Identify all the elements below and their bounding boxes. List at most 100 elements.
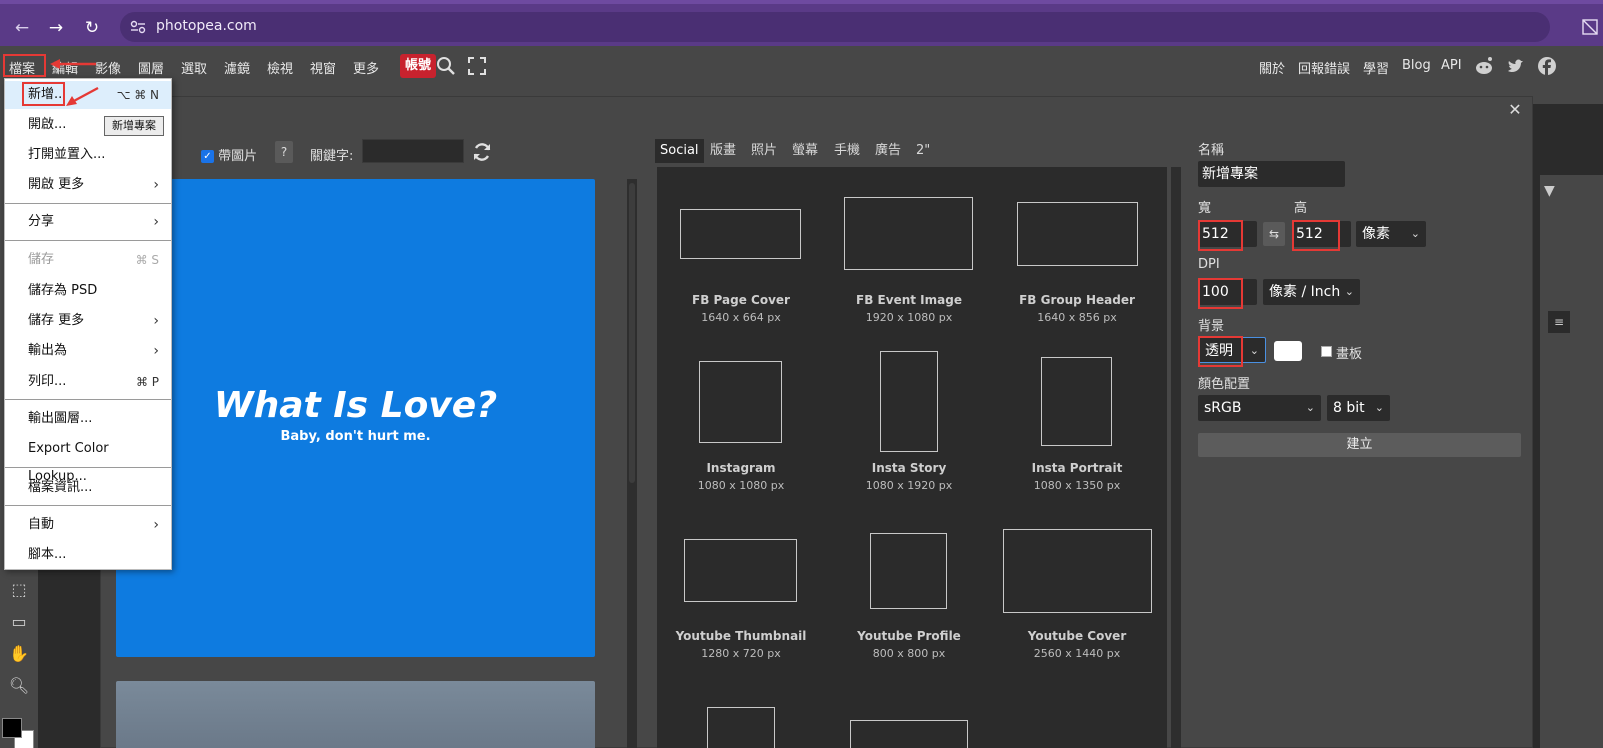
menu-item-print[interactable]: 列印... ⌘ P <box>5 368 171 396</box>
template-instagram[interactable] <box>699 361 782 443</box>
url-text: photopea.com <box>156 18 257 34</box>
menu-item-open-more[interactable]: 開啟 更多 › <box>5 171 171 199</box>
refresh-icon[interactable] <box>471 141 493 163</box>
with-images-checkbox[interactable]: ✓ 帶圖片 <box>201 145 257 171</box>
menu-item-save-label: 儲存 <box>28 252 55 267</box>
menu-item-share[interactable]: 分享 › <box>5 208 171 236</box>
template-name: Youtube Cover <box>1027 629 1127 643</box>
color-mode-select[interactable]: sRGB ⌄ <box>1198 395 1321 421</box>
menu-view[interactable]: 檢視 <box>267 58 293 77</box>
rectangle-tool-icon[interactable]: ▭ <box>8 612 30 634</box>
with-images-label: 帶圖片 <box>218 149 258 164</box>
tab-print[interactable]: 版畫 <box>705 139 741 163</box>
menu-layer[interactable]: 圖層 <box>138 58 164 77</box>
panel-menu-icon[interactable]: ≡ <box>1548 311 1570 333</box>
artboard-checkbox[interactable] <box>1321 346 1332 357</box>
tab-photo[interactable]: 照片 <box>746 139 782 163</box>
tab-mobile[interactable]: 手機 <box>829 139 865 163</box>
menu-item-save-more[interactable]: 儲存 更多 › <box>5 307 171 335</box>
reload-icon[interactable]: ↻ <box>82 18 102 38</box>
new-project-properties: 名稱 新增專案 寬 高 512 ⇆ 512 像素 ⌄ DPI 100 像素 / … <box>1198 137 1528 737</box>
menu-item-open-place[interactable]: 打開並置入... <box>5 141 171 169</box>
template-youtube-thumbnail[interactable] <box>684 539 797 602</box>
keyword-input[interactable] <box>362 139 464 163</box>
template-youtube-cover[interactable] <box>1003 529 1152 613</box>
chevron-down-icon: ⌄ <box>1410 227 1420 240</box>
bit-depth-select[interactable]: 8 bit ⌄ <box>1327 395 1390 421</box>
close-icon[interactable]: ✕ <box>1506 101 1524 119</box>
template-size: 1080 x 1920 px <box>865 479 953 492</box>
search-icon[interactable] <box>436 56 456 76</box>
menu-blog[interactable]: Blog <box>1402 58 1431 73</box>
direct-select-tool-icon[interactable]: ⬚ <box>8 580 30 602</box>
app-menubar: 檔案 編輯 影像 圖層 選取 濾鏡 檢視 視窗 更多 帳號 關於 回報錯誤 學習… <box>0 46 1603 86</box>
sample-scrollbar-thumb[interactable] <box>629 183 635 483</box>
reddit-icon[interactable] <box>1474 56 1494 76</box>
menu-divider <box>5 505 171 506</box>
template-size: 1640 x 664 px <box>701 311 781 324</box>
menu-item-export-layers[interactable]: 輸出圖層... <box>5 405 171 433</box>
name-input[interactable]: 新增專案 <box>1198 161 1345 187</box>
back-arrow-icon[interactable]: ← <box>12 18 32 38</box>
shortcut-text: ⌥ ⌘ N <box>116 88 159 102</box>
menu-item-export-lut[interactable]: Export Color Lookup... <box>5 435 171 484</box>
menu-about[interactable]: 關於 <box>1259 58 1285 77</box>
template-scrollbar[interactable] <box>1171 167 1181 748</box>
menu-divider <box>5 240 171 241</box>
account-button[interactable]: 帳號 <box>400 54 436 78</box>
checkbox-checked-icon[interactable]: ✓ <box>201 150 214 163</box>
template-fb-group-header[interactable] <box>1017 202 1138 266</box>
unit-select[interactable]: 像素 ⌄ <box>1356 221 1426 247</box>
template-insta-story[interactable] <box>880 351 938 452</box>
menu-image[interactable]: 影像 <box>95 58 121 77</box>
link-dimensions-icon[interactable]: ⇆ <box>1263 222 1285 246</box>
width-highlight-box <box>1198 220 1243 251</box>
menu-report-bug[interactable]: 回報錯誤 <box>1298 58 1350 77</box>
twitter-icon[interactable] <box>1506 56 1526 76</box>
foreground-color-swatch[interactable] <box>2 718 22 738</box>
sample-photo[interactable] <box>116 681 595 748</box>
new-project-dialog: ✕ ✓ 帶圖片 ? 關鍵字: What Is Love? Baby, don't… <box>100 96 1533 748</box>
dpi-unit-select[interactable]: 像素 / Inch ⌄ <box>1263 279 1360 305</box>
address-bar[interactable]: photopea.com <box>120 12 1550 42</box>
menu-select[interactable]: 選取 <box>181 58 207 77</box>
forward-arrow-icon[interactable]: → <box>46 18 66 38</box>
menu-item-script[interactable]: 腳本... <box>5 541 171 569</box>
hand-tool-icon[interactable]: ✋ <box>8 644 30 666</box>
menu-item-export-as-label: 輸出為 <box>28 343 68 358</box>
menu-item-automate[interactable]: 自動 › <box>5 511 171 539</box>
template-youtube-profile[interactable] <box>870 533 947 609</box>
extension-icon[interactable] <box>1581 18 1599 36</box>
chevron-down-icon: ⌄ <box>1374 401 1384 414</box>
sample-what-is-love[interactable]: What Is Love? Baby, don't hurt me. <box>116 179 595 657</box>
template-size: 800 x 800 px <box>872 647 946 660</box>
menu-filter[interactable]: 濾鏡 <box>224 58 250 77</box>
menu-api[interactable]: API <box>1441 58 1462 73</box>
site-settings-icon[interactable] <box>130 20 146 34</box>
menu-item-file-info[interactable]: 檔案資訊... <box>5 474 171 502</box>
tab-screen[interactable]: 螢幕 <box>787 139 823 163</box>
template-partial[interactable] <box>850 720 968 748</box>
panel-collapse-icon[interactable]: ▼ <box>1544 183 1555 199</box>
help-button[interactable]: ? <box>275 141 293 163</box>
template-insta-portrait[interactable] <box>1041 357 1112 446</box>
menu-learn[interactable]: 學習 <box>1363 58 1389 77</box>
create-button[interactable]: 建立 <box>1198 433 1521 457</box>
background-color-swatch[interactable] <box>1274 341 1302 361</box>
bit-depth-value: 8 bit <box>1333 400 1365 416</box>
tab-social[interactable]: Social <box>655 139 704 163</box>
template-fb-event-image[interactable] <box>844 197 973 270</box>
template-partial[interactable] <box>707 707 775 748</box>
zoom-tool-icon[interactable]: 🔍︎ <box>8 676 30 698</box>
tab-2[interactable]: 2" <box>911 139 935 163</box>
facebook-icon[interactable] <box>1537 56 1557 76</box>
menu-window[interactable]: 視窗 <box>310 58 336 77</box>
menu-more[interactable]: 更多 <box>353 58 379 77</box>
new-project-tooltip: 新增專案 <box>104 116 164 136</box>
file-menu-highlight-box <box>3 54 46 77</box>
fullscreen-icon[interactable] <box>468 57 486 75</box>
menu-item-export-as[interactable]: 輸出為 › <box>5 337 171 365</box>
menu-item-save-psd[interactable]: 儲存為 PSD <box>5 277 171 305</box>
tab-ads[interactable]: 廣告 <box>870 139 906 163</box>
template-fb-page-cover[interactable] <box>680 209 801 259</box>
